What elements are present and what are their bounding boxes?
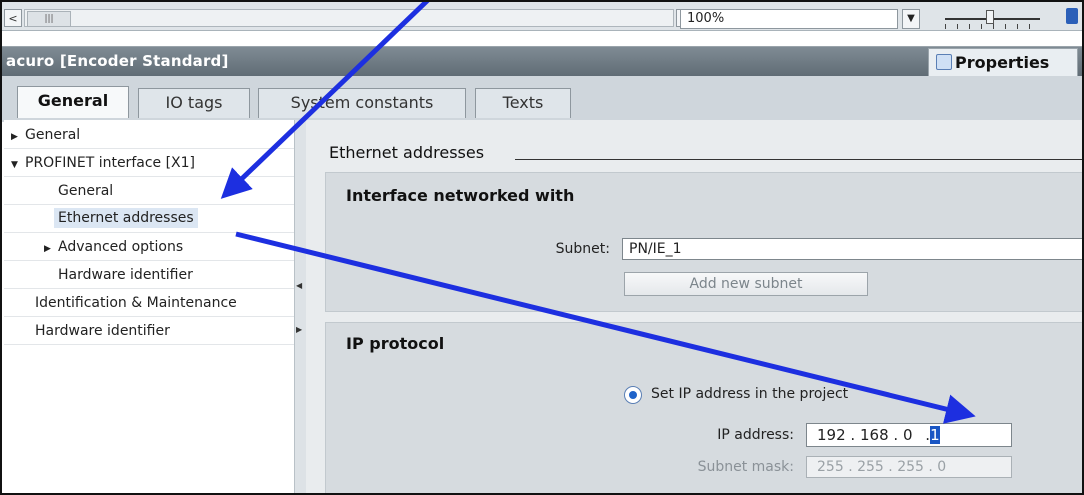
- zoom-dropdown-button[interactable]: ▼: [902, 9, 920, 29]
- add-new-subnet-button[interactable]: Add new subnet: [624, 272, 868, 296]
- tree-item-ethernet-addresses[interactable]: Ethernet addresses: [54, 208, 198, 228]
- ip-panel-title: IP protocol: [346, 334, 445, 353]
- ip-octet-2: 168: [859, 426, 889, 444]
- tab-general[interactable]: General: [17, 86, 129, 118]
- scroll-thumb[interactable]: |||: [27, 11, 71, 27]
- tree-item-label: General: [25, 127, 81, 143]
- magnifier-icon: [936, 54, 952, 70]
- expand-arrow-icon[interactable]: ▶: [11, 132, 25, 142]
- mask-separator: .: [888, 459, 893, 475]
- horizontal-scrollbar[interactable]: |||: [24, 9, 674, 27]
- zoom-slider-ticks: [945, 24, 1040, 29]
- properties-tab-label[interactable]: Properties: [955, 53, 1049, 72]
- radio-selected-dot: [629, 391, 637, 399]
- zoom-slider-handle[interactable]: [986, 10, 994, 24]
- tree-item-hardware-identifier-sub[interactable]: Hardware identifier: [58, 267, 193, 283]
- row-divider: [4, 204, 294, 205]
- tree-item-profinet-general[interactable]: General: [58, 183, 113, 199]
- ip-address-label: IP address:: [717, 427, 794, 443]
- ip-separator: .: [850, 426, 856, 444]
- collapse-left-icon[interactable]: ◀: [296, 278, 302, 294]
- mask-octet-4: 0: [937, 459, 947, 475]
- window-icon[interactable]: [1066, 8, 1078, 24]
- collapse-arrow-icon[interactable]: ▼: [11, 160, 25, 170]
- mask-octet-2: 255: [857, 459, 884, 475]
- section-title: Ethernet addresses: [329, 143, 485, 162]
- tab-texts[interactable]: Texts: [475, 88, 571, 118]
- zoom-input[interactable]: 100%: [680, 9, 898, 29]
- subnet-field[interactable]: PN/IE_1: [622, 238, 1084, 260]
- ip-address-field[interactable]: 192 . 168 . 0 .1: [806, 423, 1012, 447]
- subnet-mask-field[interactable]: 255 . 255 . 255 . 0: [806, 456, 1012, 478]
- mask-octet-3: 255: [897, 459, 924, 475]
- row-divider: [4, 176, 294, 177]
- mask-separator: .: [928, 459, 933, 475]
- row-divider: [4, 344, 294, 345]
- tree-item-label: PROFINET interface [X1]: [25, 155, 196, 171]
- expand-right-icon[interactable]: ▶: [296, 322, 302, 338]
- tree-item-advanced-options[interactable]: ▶ Advanced options: [44, 239, 183, 255]
- row-divider: [4, 288, 294, 289]
- ip-octet-3: 0: [902, 426, 913, 444]
- mask-separator: .: [848, 459, 853, 475]
- ip-octet-4-selected[interactable]: 1: [930, 426, 940, 444]
- scroll-left-button[interactable]: <: [4, 9, 22, 27]
- tree-item-profinet-interface[interactable]: ▼ PROFINET interface [X1]: [11, 155, 195, 171]
- inspector-title: acuro [Encoder Standard]: [6, 52, 229, 70]
- tree-item-general[interactable]: ▶ General: [11, 127, 80, 143]
- row-divider: [4, 148, 294, 149]
- tree-item-hardware-identifier[interactable]: Hardware identifier: [35, 323, 170, 339]
- expand-arrow-icon[interactable]: ▶: [44, 244, 58, 254]
- interface-panel-title: Interface networked with: [346, 186, 575, 205]
- subnet-mask-label: Subnet mask:: [697, 459, 794, 475]
- subnet-label: Subnet:: [555, 241, 610, 257]
- row-divider: [4, 260, 294, 261]
- set-ip-radio-label[interactable]: Set IP address in the project: [651, 386, 848, 402]
- mask-octet-1: 255: [817, 459, 844, 475]
- row-divider: [4, 316, 294, 317]
- ip-octet-1: 192: [817, 426, 846, 444]
- tree-item-label: Advanced options: [58, 239, 184, 255]
- ip-separator: .: [893, 426, 899, 444]
- tree-item-identification-maintenance[interactable]: Identification & Maintenance: [35, 295, 237, 311]
- row-divider: [4, 232, 294, 233]
- section-divider: [515, 159, 1084, 160]
- tab-system-constants[interactable]: System constants: [258, 88, 466, 118]
- tab-io-tags[interactable]: IO tags: [138, 88, 250, 118]
